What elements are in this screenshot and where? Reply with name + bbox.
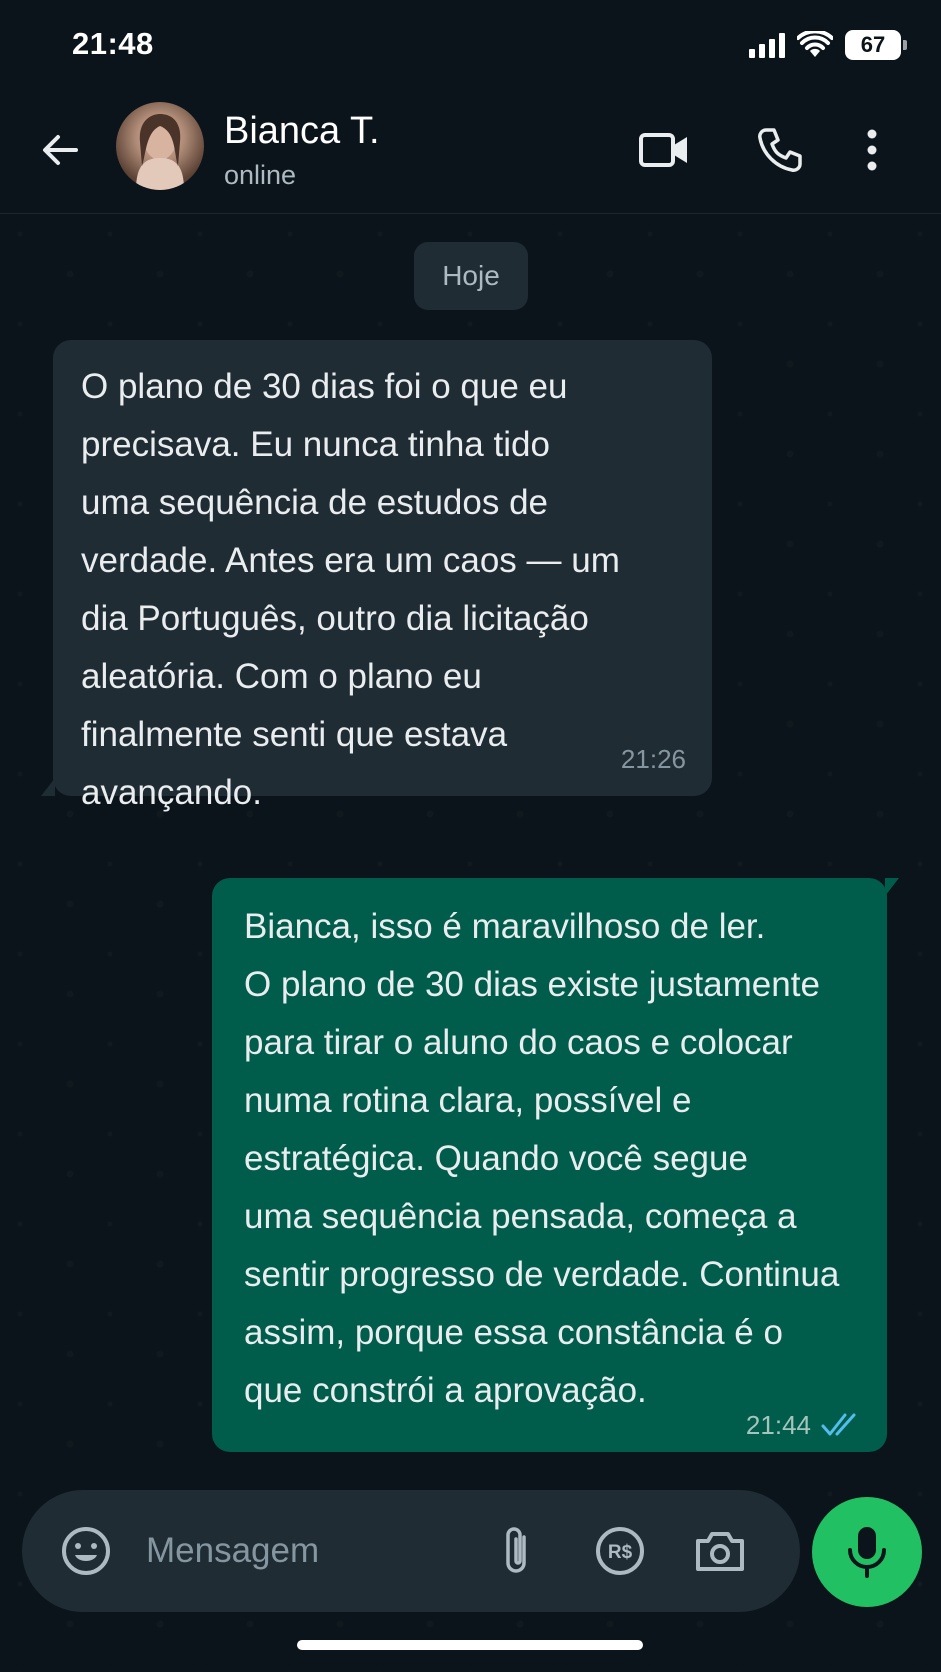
home-indicator[interactable] [297,1640,643,1650]
message-time: 21:26 [620,744,686,774]
wifi-icon [797,31,833,57]
payment-button[interactable]: R$ [588,1519,652,1583]
mic-icon [848,1527,886,1578]
status-time: 21:48 [72,26,154,61]
double-check-icon [821,1413,856,1436]
cellular-signal-icon [749,32,785,58]
attach-button[interactable] [484,1519,548,1583]
status-bar: 21:48 67 [0,0,941,90]
message-meta: 21:44 [746,1410,861,1440]
svg-text:R$: R$ [608,1542,633,1563]
video-call-button[interactable] [632,118,696,182]
camera-icon [696,1532,744,1571]
status-icons: 67 [749,28,907,62]
message-composer: R$ [22,1490,800,1612]
phone-icon [758,128,802,172]
voice-message-button[interactable] [812,1497,922,1607]
avatar-image [136,114,184,190]
payment-icon: R$ [596,1527,644,1575]
camera-button[interactable] [688,1519,752,1583]
back-arrow-icon [43,135,78,165]
avatar[interactable] [116,102,204,190]
message-meta: 21:26 [621,744,686,774]
emoji-button[interactable] [54,1519,118,1583]
chat-header: Bianca T. online [0,90,941,214]
attach-icon [506,1527,526,1573]
emoji-icon [62,1527,110,1575]
more-options-icon [867,129,877,171]
outgoing-message[interactable]: Bianca, isso é maravilhoso de ler. O pla… [212,878,899,1452]
chat-area[interactable]: Hoje O plano de 30 dias foi o que eu pre… [0,214,941,1672]
battery-level: 67 [860,32,886,57]
date-chip: Hoje [414,242,528,310]
message-text: O plano de 30 dias foi o que eu precisav… [81,367,620,812]
contact-status: online [224,160,297,190]
contact-name[interactable]: Bianca T. [224,110,380,153]
battery-icon: 67 [845,30,907,60]
message-input[interactable] [146,1524,466,1578]
video-call-icon [639,133,687,167]
more-options-button[interactable] [852,118,892,182]
incoming-message[interactable]: O plano de 30 dias foi o que eu precisav… [41,340,712,812]
voice-call-button[interactable] [748,118,812,182]
message-time: 21:44 [745,1410,811,1440]
message-text: Bianca, isso é maravilhoso de ler. O pla… [244,907,840,1410]
back-button[interactable] [30,120,90,180]
